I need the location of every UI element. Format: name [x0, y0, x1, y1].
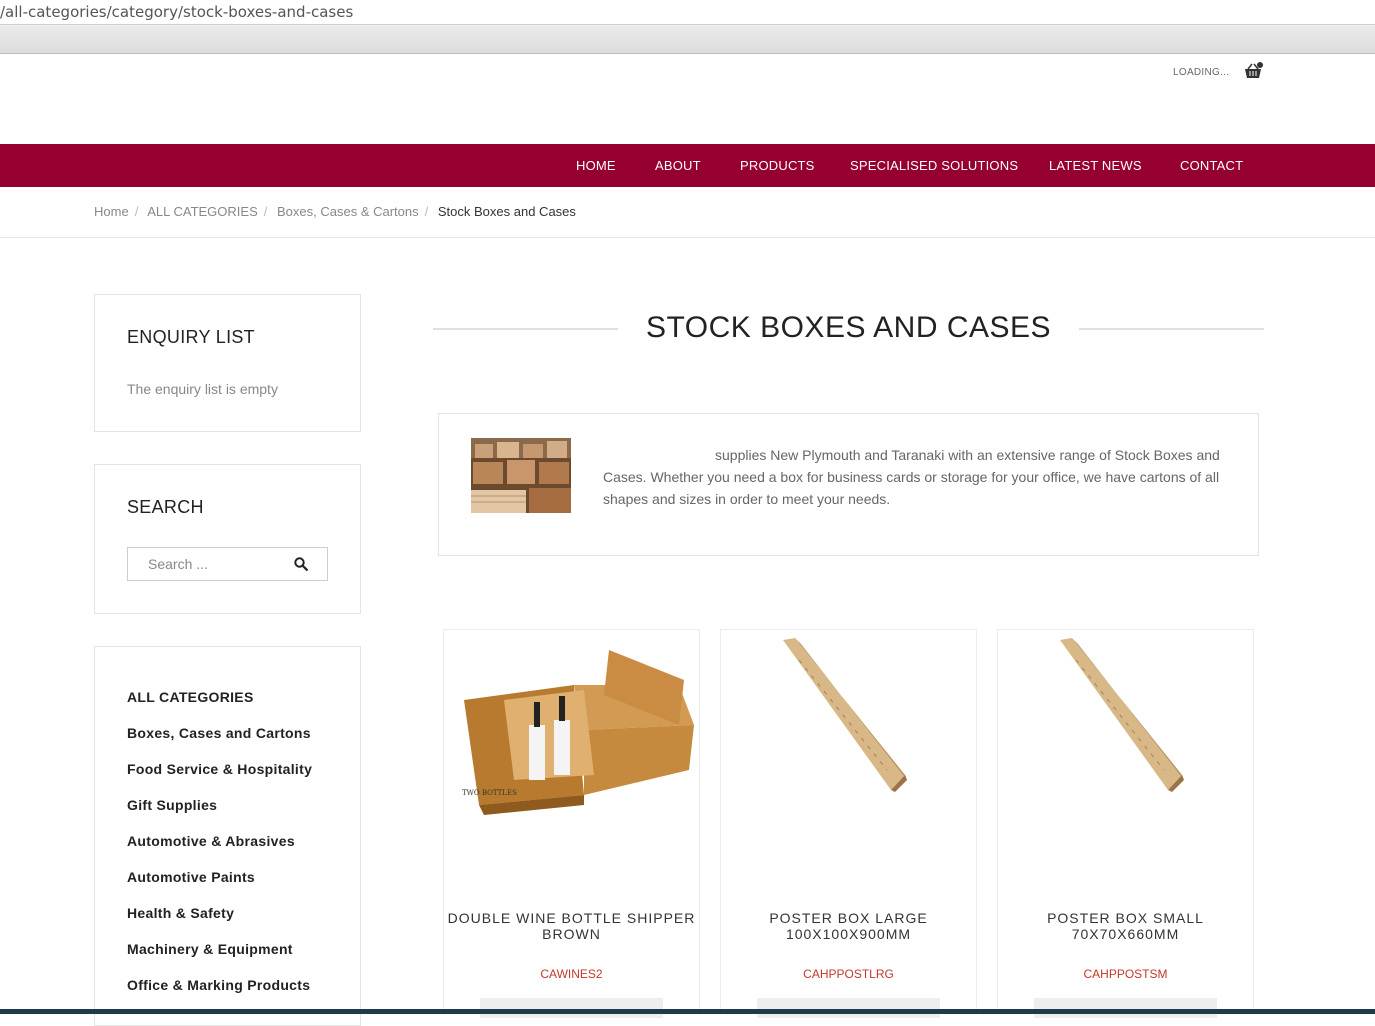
category-automotive-paints[interactable]: Automotive Paints [127, 869, 312, 905]
product-name[interactable]: POSTER BOX SMALL 70X70X660MM [998, 910, 1253, 942]
breadcrumb-separator: / [134, 204, 139, 219]
image-caption: TWO BOTTLES [462, 789, 517, 797]
search-icon[interactable] [294, 557, 308, 571]
breadcrumb: Home / ALL CATEGORIES / Boxes, Cases & Car… [94, 204, 582, 219]
enquiry-list-widget: ENQUIRY LIST The enquiry list is empty [94, 294, 361, 432]
poster-box-small-image[interactable] [998, 630, 1253, 850]
url-text: /all-categories/category/stock-boxes-and… [0, 3, 354, 21]
product-code: CAHPPOSTLRG [803, 967, 894, 981]
search-title: SEARCH [127, 497, 204, 517]
search-widget: SEARCH Search ... [94, 464, 361, 614]
header-divider [0, 237, 1375, 238]
category-health-safety[interactable]: Health & Safety [127, 905, 312, 941]
enquiry-list-title: ENQUIRY LIST [127, 327, 255, 347]
cart-loading-text: LOADING... [1173, 67, 1230, 78]
nav-about[interactable]: ABOUT [655, 158, 701, 173]
breadcrumb-all-categories[interactable]: ALL CATEGORIES [147, 204, 258, 219]
basket-icon[interactable] [1243, 62, 1263, 80]
title-line-right [1079, 328, 1264, 330]
product-action-button[interactable] [1034, 998, 1217, 1018]
breadcrumb-current: Stock Boxes and Cases [437, 204, 576, 219]
breadcrumb-separator: / [263, 204, 268, 219]
enquiry-empty-text: The enquiry list is empty [127, 381, 278, 397]
nav-specialised-solutions[interactable]: SPECIALISED SOLUTIONS [850, 158, 1018, 173]
breadcrumb-separator: / [424, 204, 429, 219]
category-machinery-equipment[interactable]: Machinery & Equipment [127, 941, 312, 977]
category-food-service[interactable]: Food Service & Hospitality [127, 761, 312, 797]
product-code: CAHPPOSTSM [1083, 967, 1168, 981]
nav-contact[interactable]: CONTACT [1180, 158, 1243, 173]
description-text: supplies New Plymouth and Taranaki with … [603, 444, 1223, 510]
description-body: supplies New Plymouth and Taranaki with … [603, 447, 1220, 507]
poster-box-large-image[interactable] [721, 630, 976, 850]
categories-widget: ALL CATEGORIES Boxes, Cases and Cartons … [94, 646, 361, 1026]
product-action-button[interactable] [757, 998, 940, 1018]
category-automotive-abrasives[interactable]: Automotive & Abrasives [127, 833, 312, 869]
nav-home[interactable]: HOME [576, 158, 616, 173]
breadcrumb-home[interactable]: Home [94, 204, 129, 219]
product-card[interactable]: POSTER BOX LARGE 100X100X900MM CAHPPOSTL… [720, 629, 977, 1018]
product-code: CAWINES2 [540, 967, 603, 981]
category-gift-supplies[interactable]: Gift Supplies [127, 797, 312, 833]
product-name[interactable]: POSTER BOX LARGE 100X100X900MM [721, 910, 976, 942]
product-card[interactable]: POSTER BOX SMALL 70X70X660MM CAHPPOSTSM [997, 629, 1254, 1018]
warehouse-boxes-image [471, 438, 571, 513]
category-boxes-cases-cartons[interactable]: Boxes, Cases and Cartons [127, 725, 312, 761]
nav-products[interactable]: PRODUCTS [740, 158, 815, 173]
address-bar[interactable]: /all-categories/category/stock-boxes-and… [0, 0, 1375, 25]
wine-shipper-image[interactable]: TWO BOTTLES [444, 630, 699, 850]
search-placeholder: Search ... [148, 556, 208, 572]
search-input[interactable]: Search ... [127, 547, 328, 581]
site-header [0, 54, 1375, 144]
breadcrumb-boxes[interactable]: Boxes, Cases & Cartons [277, 204, 419, 219]
title-line-left [433, 328, 618, 330]
main-nav: HOME ABOUT PRODUCTS SPECIALISED SOLUTION… [0, 144, 1375, 187]
page-title: STOCK BOXES AND CASES [645, 311, 1052, 344]
category-office-marking[interactable]: Office & Marking Products [127, 977, 312, 1013]
product-name[interactable]: DOUBLE WINE BOTTLE SHIPPER BROWN [444, 910, 699, 942]
bottom-bar [0, 1009, 1375, 1014]
nav-latest-news[interactable]: LATEST NEWS [1049, 158, 1142, 173]
browser-toolbar [0, 25, 1375, 54]
product-card[interactable]: TWO BOTTLES DOUBLE WINE BOTTLE SHIPPER B… [443, 629, 700, 1018]
category-all[interactable]: ALL CATEGORIES [127, 689, 312, 725]
category-description: supplies New Plymouth and Taranaki with … [438, 413, 1259, 556]
product-action-button[interactable] [480, 998, 663, 1018]
